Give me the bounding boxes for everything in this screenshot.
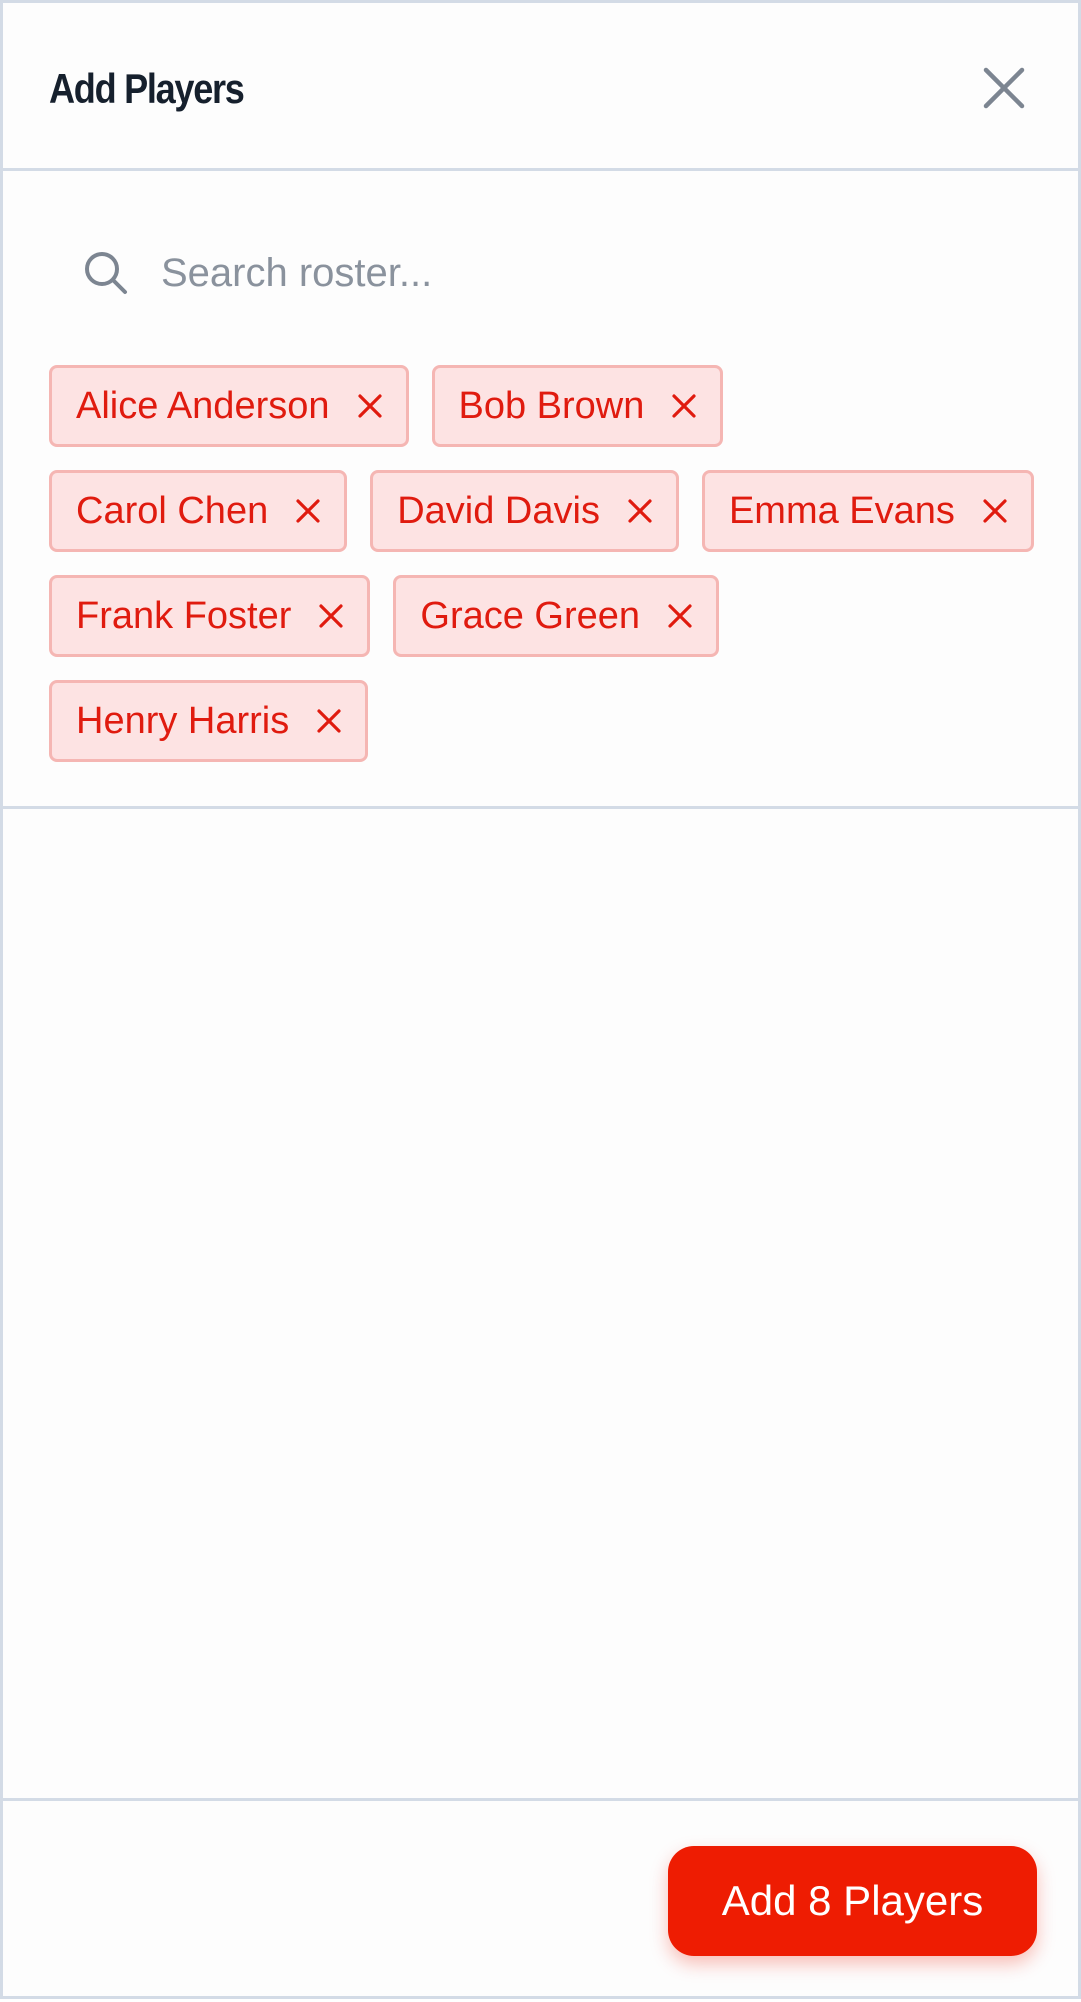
player-chip: Frank Foster <box>49 575 371 657</box>
search-input[interactable] <box>161 245 983 301</box>
panel-title: Add Players <box>49 65 245 112</box>
add-players-button[interactable]: Add 8 Players <box>668 1846 1037 1956</box>
remove-player-button[interactable] <box>666 602 694 630</box>
close-icon <box>317 709 341 733</box>
remove-player-button[interactable] <box>670 392 698 420</box>
close-icon <box>296 499 320 523</box>
player-chip-label: Bob Brown <box>458 384 645 427</box>
player-chip: Bob Brown <box>431 365 724 447</box>
selected-players-list: Alice Anderson Bob Brown Carol Chen Davi… <box>49 365 1039 762</box>
search-bar <box>83 243 983 303</box>
player-chip: Carol Chen <box>49 470 348 552</box>
panel-footer: Add 8 Players <box>3 1798 1078 2002</box>
close-icon <box>672 394 696 418</box>
player-chip: Grace Green <box>393 575 720 657</box>
player-chip-label: Alice Anderson <box>76 384 330 427</box>
player-chip: David Davis <box>370 470 679 552</box>
remove-player-button[interactable] <box>294 497 322 525</box>
player-chip: Henry Harris <box>49 680 369 762</box>
close-icon <box>668 604 692 628</box>
remove-player-button[interactable] <box>317 602 345 630</box>
close-icon <box>628 499 652 523</box>
player-chip-label: Henry Harris <box>76 699 290 742</box>
remove-player-button[interactable] <box>356 392 384 420</box>
player-chip-label: Carol Chen <box>76 489 269 532</box>
panel-header: Add Players <box>3 3 1078 171</box>
selection-section: Alice Anderson Bob Brown Carol Chen Davi… <box>3 171 1078 809</box>
remove-player-button[interactable] <box>981 497 1009 525</box>
add-players-panel: Add Players Alice Anderson <box>0 0 1081 1999</box>
close-button[interactable] <box>977 61 1031 115</box>
search-icon <box>83 250 129 296</box>
player-chip-label: Emma Evans <box>728 489 955 532</box>
remove-player-button[interactable] <box>626 497 654 525</box>
close-icon <box>319 604 343 628</box>
player-chip-label: Grace Green <box>420 594 641 637</box>
player-chip-label: Frank Foster <box>76 594 292 637</box>
close-icon <box>357 394 382 418</box>
player-chip-label: David Davis <box>397 489 600 532</box>
roster-results-area <box>3 809 1078 1799</box>
remove-player-button[interactable] <box>315 707 343 735</box>
player-chip: Alice Anderson <box>49 365 409 447</box>
player-chip: Emma Evans <box>701 470 1034 552</box>
close-icon <box>983 499 1007 523</box>
close-icon <box>983 67 1025 109</box>
